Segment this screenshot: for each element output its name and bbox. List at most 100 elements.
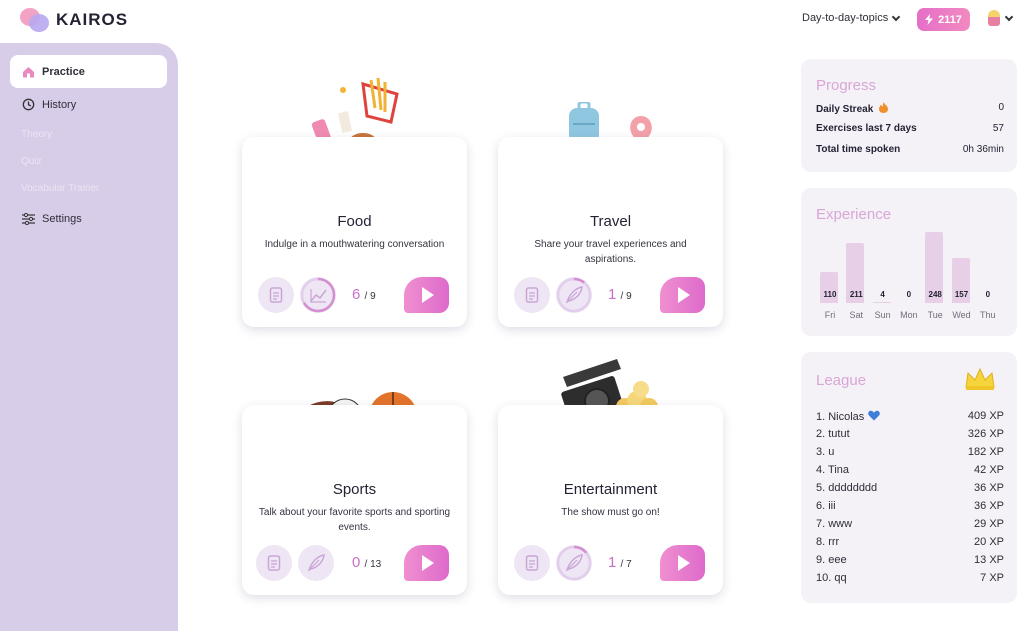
card-title: Food xyxy=(337,213,372,230)
card-title: Entertainment xyxy=(563,481,658,498)
league-player-name: 1. Nicolas xyxy=(816,411,865,423)
play-icon xyxy=(678,555,690,571)
card-actions: 0 / 13 xyxy=(256,545,453,581)
league-row: 1. Nicolas 409 XP xyxy=(816,410,1004,423)
total-count: / 13 xyxy=(364,559,382,570)
crown-icon xyxy=(965,367,995,390)
stat-value: 0 xyxy=(998,102,1004,113)
chart-day-label: Fri xyxy=(824,310,836,320)
notes-button[interactable] xyxy=(514,545,550,581)
chart-day-label: Mon xyxy=(900,310,918,320)
sidebar-item-vocabular-trainer[interactable]: Vocabular Trainer xyxy=(10,172,167,205)
chart-bar-value: 110 xyxy=(823,290,837,299)
play-icon xyxy=(678,287,690,303)
topic-card-food[interactable]: Food Indulge in a mouthwatering conversa… xyxy=(242,137,467,327)
chart-bar-value: 211 xyxy=(849,290,863,299)
play-button[interactable] xyxy=(660,277,705,313)
league-player-name: 10. qq xyxy=(816,572,847,584)
logo-bubbles-icon xyxy=(20,6,52,34)
chart-bar-value: 248 xyxy=(928,290,942,299)
panel-title: League xyxy=(816,372,867,389)
gem-count: 2117 xyxy=(938,13,962,26)
sidebar-item-settings[interactable]: Settings xyxy=(10,202,167,235)
progress-counter: 1 / 7 xyxy=(608,554,632,571)
chart-day-label: Tue xyxy=(927,310,943,320)
stat-label: Total time spoken xyxy=(816,144,901,155)
chart-bar xyxy=(872,302,891,303)
league-player-name: 9. eee xyxy=(816,554,847,566)
topic-card-sports[interactable]: Sports Talk about your favorite sports a… xyxy=(242,405,467,595)
panel-title: Progress xyxy=(816,77,877,94)
play-button[interactable] xyxy=(660,545,705,581)
league-row: 7. www 29 XP xyxy=(816,518,1004,530)
top-bar: KAIROS Day-to-day-topics 2117 xyxy=(0,0,1028,42)
stat-row-daily-streak: Daily Streak 0 xyxy=(816,102,1004,115)
chart-day-label: Wed xyxy=(952,310,971,320)
stat-label: Daily Streak xyxy=(816,104,874,115)
sidebar-item-practice[interactable]: Practice xyxy=(10,55,167,88)
done-count: 1 xyxy=(608,286,617,303)
topic-card-travel[interactable]: Travel Share your travel experiences and… xyxy=(498,137,723,327)
league-player-name: 4. Tina xyxy=(816,464,850,476)
chart-day-label: Sun xyxy=(874,310,891,320)
progress-counter: 0 / 13 xyxy=(352,554,381,571)
chevron-down-icon xyxy=(1004,12,1014,21)
notes-button[interactable] xyxy=(258,277,294,313)
league-player-xp: 20 XP xyxy=(974,536,1004,548)
league-player-name: 7. www xyxy=(816,518,853,530)
feather-button[interactable] xyxy=(298,545,334,581)
home-icon xyxy=(21,65,35,79)
stat-label: Exercises last 7 days xyxy=(816,123,917,134)
gem-badge[interactable]: 2117 xyxy=(917,8,970,31)
sidebar-item-history[interactable]: History xyxy=(10,88,167,121)
panel-title: Experience xyxy=(816,206,892,223)
feather-button[interactable] xyxy=(556,545,592,581)
card-description: Talk about your favorite sports and spor… xyxy=(258,507,451,533)
feather-icon xyxy=(307,554,325,572)
league-player-name: 8. rrr xyxy=(816,536,840,548)
sidebar-item-label: Theory xyxy=(21,129,53,140)
sidebar-item-label: Practice xyxy=(42,65,85,78)
feather-button[interactable] xyxy=(556,277,592,313)
feather-icon xyxy=(556,277,592,313)
sidebar-item-label: History xyxy=(42,98,77,111)
logo[interactable]: KAIROS xyxy=(20,6,128,34)
league-player-xp: 13 XP xyxy=(974,554,1004,566)
stats-button[interactable] xyxy=(300,277,336,313)
user-menu[interactable] xyxy=(988,10,1014,26)
league-player-xp: 42 XP xyxy=(974,464,1004,476)
chart-day-label: Sat xyxy=(849,310,864,320)
done-count: 6 xyxy=(352,286,361,303)
avatar xyxy=(988,10,1000,26)
play-icon xyxy=(422,555,434,571)
topic-select[interactable]: Day-to-day-topics xyxy=(802,12,901,24)
feather-icon xyxy=(556,545,592,581)
topic-card-entertainment[interactable]: Entertainment The show must go on! 1 / 7 xyxy=(498,405,723,595)
league-player-name: 6. iii xyxy=(816,500,836,512)
notes-button[interactable] xyxy=(514,277,550,313)
league-player-xp: 182 XP xyxy=(967,446,1004,458)
progress-counter: 6 / 9 xyxy=(352,286,376,303)
league-player-xp: 36 XP xyxy=(974,482,1004,494)
experience-panel: Experience 110 Fri 211 Sat 4 Sun 0 Mon 248 Tue 157… xyxy=(801,188,1017,336)
league-row: 8. rrr 20 XP xyxy=(816,536,1004,548)
play-button[interactable] xyxy=(404,545,449,581)
stat-row-time-spoken: Total time spoken 0h 36min xyxy=(816,144,1004,155)
card-actions: 6 / 9 xyxy=(256,277,453,313)
notes-button[interactable] xyxy=(256,545,292,581)
chart-day-label: Thu xyxy=(980,310,996,320)
stat-value: 0h 36min xyxy=(962,144,1004,155)
progress-counter: 1 / 9 xyxy=(608,286,632,303)
league-row: 5. dddddddd 36 XP xyxy=(816,482,1004,494)
league-player-xp: 29 XP xyxy=(974,518,1004,530)
card-description: Share your travel experiences and aspira… xyxy=(534,239,687,265)
league-player-xp: 7 XP xyxy=(980,572,1004,584)
sidebar-item-label: Vocabular Trainer xyxy=(21,183,100,194)
history-icon xyxy=(21,98,35,112)
total-count: / 7 xyxy=(620,559,632,570)
league-player-name: 2. tutut xyxy=(816,428,850,440)
play-button[interactable] xyxy=(404,277,449,313)
notes-icon xyxy=(525,287,539,303)
chart-bar-value: 157 xyxy=(954,290,969,299)
total-count: / 9 xyxy=(364,291,376,302)
